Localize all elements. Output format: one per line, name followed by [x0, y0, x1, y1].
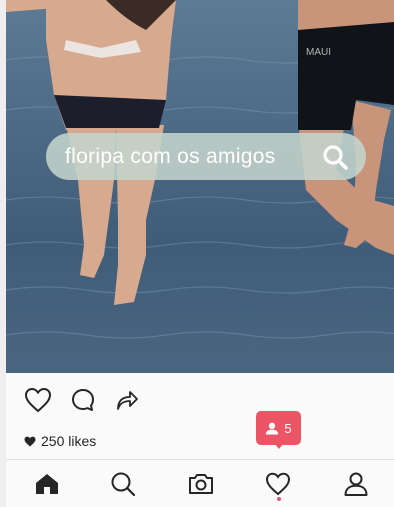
likes-heart-icon: [24, 436, 36, 446]
search-bar[interactable]: floripa com os amigos: [46, 133, 366, 180]
bottom-tab-bar: [6, 460, 394, 507]
profile-tab[interactable]: [343, 471, 369, 497]
photo-illustration: MAUI: [6, 0, 394, 339]
camera-tab[interactable]: [188, 471, 214, 497]
action-row: [24, 386, 140, 414]
user-icon: [266, 422, 279, 434]
share-icon[interactable]: [114, 387, 140, 413]
notification-badge[interactable]: 5: [256, 411, 301, 445]
search-icon[interactable]: [322, 144, 348, 170]
post-photo[interactable]: MAUI floripa com os amigos: [6, 0, 394, 373]
likes-count[interactable]: 250 likes: [24, 433, 96, 449]
home-icon: [36, 474, 58, 494]
swimwear-print: MAUI: [306, 47, 331, 58]
comment-icon[interactable]: [70, 387, 96, 413]
post-actions: 250 likes: [6, 373, 394, 459]
profile-icon: [344, 472, 368, 496]
badge-pointer: [274, 443, 284, 449]
activity-indicator-dot: [277, 497, 281, 501]
heart-icon: [265, 472, 291, 496]
camera-icon: [189, 474, 213, 494]
likes-label: 250 likes: [41, 433, 97, 449]
search-text: floripa com os amigos: [65, 144, 276, 168]
activity-tab[interactable]: [265, 471, 291, 497]
home-tab[interactable]: [34, 471, 60, 497]
search-tab[interactable]: [110, 471, 136, 497]
search-tab-icon: [111, 472, 136, 497]
notification-count: 5: [284, 420, 292, 436]
like-icon[interactable]: [24, 387, 52, 413]
